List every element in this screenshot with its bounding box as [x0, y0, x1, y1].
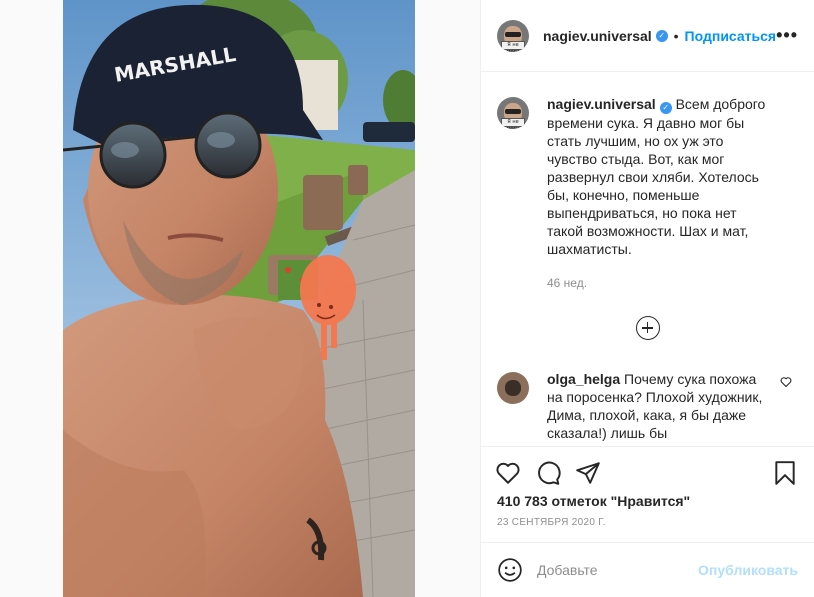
author-username[interactable]: nagiev.universal [543, 28, 652, 44]
publish-button[interactable]: Опубликовать [698, 562, 798, 578]
action-icons [481, 447, 814, 487]
comment-like-heart-icon[interactable] [780, 376, 792, 388]
caption-text: Всем доброго времени сука. Я давно мог б… [547, 96, 766, 257]
avatar-sign: Я не могу [501, 118, 525, 129]
comments-list[interactable]: Я не могу nagiev.universal ✓ Всем доброго… [481, 73, 814, 446]
avatar-sign: Я не могу [501, 40, 525, 52]
post-photo-image: MARSHALL [63, 0, 415, 597]
follow-button[interactable]: Подписаться [685, 28, 777, 44]
caption-avatar[interactable]: Я не могу [497, 97, 529, 129]
bookmark-icon[interactable] [772, 460, 798, 486]
commenter-username[interactable]: olga_helga [547, 371, 620, 387]
post-date[interactable]: 23 СЕНТЯБРЯ 2020 Г. [481, 509, 814, 528]
post-header: Я не могу nagiev.universal ✓ • Подписать… [481, 0, 814, 72]
likes-count[interactable]: 410 783 отметок "Нравится" [481, 487, 814, 509]
post-side-panel: Я не могу nagiev.universal ✓ • Подписать… [480, 0, 814, 597]
add-comment-bar: Опубликовать [481, 542, 814, 597]
load-more-comments-icon[interactable] [635, 316, 660, 340]
more-options-icon[interactable]: ••• [776, 25, 798, 46]
comment-item: olga_helga Почему сука похожа на поросен… [481, 370, 814, 442]
caption-time[interactable]: 46 нед. [547, 274, 772, 292]
comment-icon[interactable] [535, 460, 561, 486]
verified-badge-icon: ✓ [659, 102, 672, 114]
emoji-icon[interactable] [497, 557, 523, 583]
commenter-avatar[interactable] [497, 372, 529, 404]
comment-input[interactable] [537, 562, 697, 578]
verified-badge-icon: ✓ [655, 29, 668, 42]
separator-dot: • [673, 27, 679, 44]
heart-icon[interactable] [495, 460, 521, 486]
caption-comment: Я не могу nagiev.universal ✓ Всем доброго… [481, 95, 814, 292]
share-icon[interactable] [575, 460, 601, 486]
author-avatar[interactable]: Я не могу [497, 19, 529, 52]
post-photo[interactable]: MARSHALL [63, 0, 415, 597]
caption-username[interactable]: nagiev.universal [547, 96, 656, 112]
post-actions: 410 783 отметок "Нравится" 23 СЕНТЯБРЯ 2… [481, 446, 814, 542]
